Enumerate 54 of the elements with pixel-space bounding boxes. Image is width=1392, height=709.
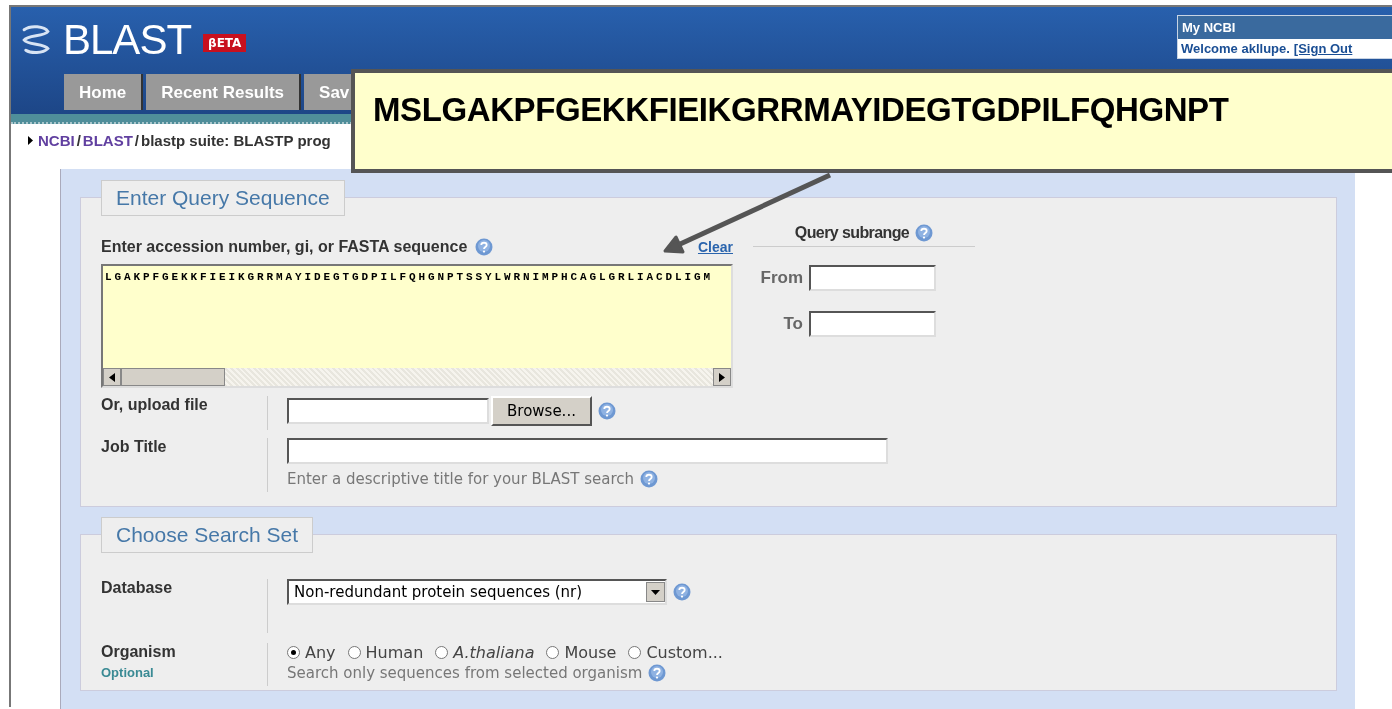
radio-label[interactable]: A.thaliana bbox=[453, 643, 535, 662]
to-label: To bbox=[782, 314, 803, 334]
help-icon[interactable] bbox=[597, 402, 616, 420]
field-label: Organism bbox=[101, 643, 177, 661]
field-label: Job Title bbox=[101, 438, 168, 457]
breadcrumb-separator: / bbox=[134, 132, 139, 149]
sequence-textarea[interactable]: LGAKPFGEKKFIEIKGRRMAYIDEGTGDPILFQHGNPTSSYLWRNIMPHCAGLGRLIACDLIGM bbox=[101, 264, 733, 388]
subrange-title: Query subrange bbox=[794, 224, 910, 242]
from-label: From bbox=[759, 268, 803, 288]
field-label: Or, upload file bbox=[101, 396, 209, 415]
beta-badge: βETA bbox=[203, 33, 247, 52]
clear-link[interactable]: Clear bbox=[697, 239, 733, 255]
radio-label[interactable]: Mouse bbox=[564, 643, 617, 662]
help-icon[interactable] bbox=[648, 664, 667, 682]
breadcrumb-link[interactable]: NCBI bbox=[38, 132, 75, 149]
radio-label[interactable]: Custom... bbox=[646, 643, 723, 662]
triangle-icon bbox=[28, 136, 33, 145]
dropdown-caret-icon[interactable] bbox=[651, 589, 660, 595]
from-field[interactable] bbox=[809, 265, 936, 291]
scrollbar-thumb[interactable] bbox=[121, 368, 225, 386]
radio-button[interactable] bbox=[628, 646, 642, 659]
to-field[interactable] bbox=[809, 311, 936, 337]
radio-label[interactable]: Human bbox=[365, 643, 424, 662]
job-title-field[interactable] bbox=[287, 438, 888, 464]
breadcrumb-link[interactable]: BLAST bbox=[82, 132, 133, 149]
account-title: My NCBI bbox=[1178, 16, 1392, 39]
scroll-left-icon[interactable] bbox=[109, 372, 115, 382]
breadcrumb-current: blastp suite: BLASTP prog bbox=[141, 132, 331, 149]
horizontal-scrollbar[interactable] bbox=[103, 368, 731, 386]
file-field[interactable] bbox=[287, 398, 489, 424]
section-legend: Choose Search Set bbox=[101, 517, 314, 553]
welcome-text: Welcome akllupe. bbox=[1181, 41, 1290, 56]
hint-text: Enter a descriptive title for your BLAST search bbox=[287, 470, 635, 488]
radio-button[interactable] bbox=[347, 646, 361, 659]
section-legend: Enter Query Sequence bbox=[101, 180, 345, 216]
scroll-right-icon[interactable] bbox=[719, 372, 725, 382]
field-label: Database bbox=[101, 579, 174, 598]
optional-note: Optional bbox=[101, 665, 155, 680]
radio-button[interactable] bbox=[287, 646, 300, 659]
radio-button[interactable] bbox=[435, 646, 449, 659]
help-icon[interactable] bbox=[915, 224, 934, 242]
radio-label[interactable]: Any bbox=[305, 643, 336, 662]
radio-button[interactable] bbox=[546, 646, 560, 659]
callout-text: MSLGAKPFGEKKFIEIKGRRMAYIDEGTGDPILFQHGNPT bbox=[373, 91, 1229, 128]
logo-text: BLAST bbox=[63, 15, 192, 64]
help-icon[interactable] bbox=[475, 238, 494, 256]
help-icon[interactable] bbox=[640, 470, 659, 488]
help-icon[interactable] bbox=[673, 583, 691, 601]
browse-button[interactable]: Browse... bbox=[491, 396, 592, 426]
breadcrumb-separator: / bbox=[76, 132, 81, 149]
database-select[interactable]: Non-redundant protein sequences (nr) bbox=[287, 579, 667, 605]
field-label: Enter accession number, gi, or FASTA sequence bbox=[101, 238, 468, 256]
hint-text: Search only sequences from selected organism bbox=[287, 664, 643, 682]
sign-out-link[interactable]: [Sign Out bbox=[1293, 41, 1353, 56]
